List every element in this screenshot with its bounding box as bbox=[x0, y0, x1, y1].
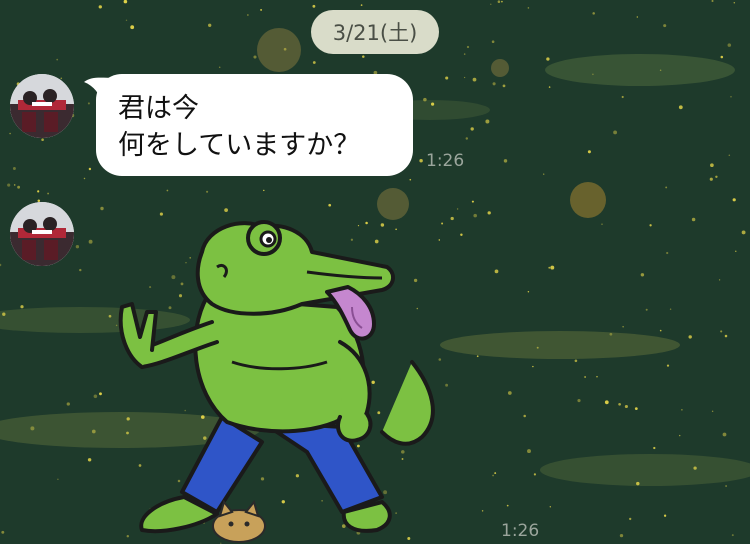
sticker-timestamp: 1:26 bbox=[501, 521, 540, 541]
avatar-photo-icon bbox=[10, 74, 74, 138]
kitty-sticker-icon bbox=[212, 499, 266, 543]
sender-avatar[interactable] bbox=[10, 74, 74, 138]
message-bubble[interactable]: 君は今 何をしていますか？ bbox=[96, 74, 413, 176]
message-line-2: 何をしていますか？ bbox=[118, 130, 361, 161]
frog-sticker[interactable] bbox=[112, 212, 462, 544]
avatar-photo-icon bbox=[10, 202, 74, 266]
message-line-1: 君は今 bbox=[118, 93, 199, 124]
message-timestamp: 1:26 bbox=[426, 151, 465, 171]
date-separator: 3/21(土) bbox=[311, 10, 439, 54]
sender-avatar[interactable] bbox=[10, 202, 74, 266]
